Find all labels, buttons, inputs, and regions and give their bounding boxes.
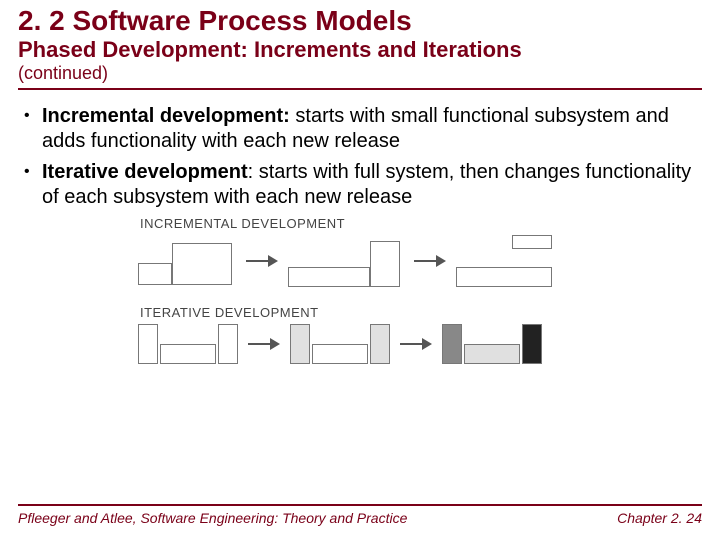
figure: INCREMENTAL DEVELOPMENT ITERATIVE DEVELO… bbox=[138, 216, 578, 364]
bullet-term: Iterative development bbox=[42, 161, 248, 183]
bullet-text: Iterative development: starts with full … bbox=[42, 160, 702, 210]
iterative-stage-2 bbox=[290, 324, 392, 364]
bullet-dot-icon: • bbox=[24, 104, 42, 154]
footer: Pfleeger and Atlee, Software Engineering… bbox=[18, 504, 702, 526]
bullet-list: • Incremental development: starts with s… bbox=[18, 104, 702, 210]
incremental-row bbox=[138, 235, 578, 287]
footer-divider bbox=[18, 504, 702, 506]
arrow-icon bbox=[414, 254, 448, 268]
iterative-row bbox=[138, 324, 578, 364]
figure-label-incremental: INCREMENTAL DEVELOPMENT bbox=[140, 216, 578, 231]
slide-subtitle: Phased Development: Increments and Itera… bbox=[18, 37, 702, 63]
slide-continued: (continued) bbox=[18, 63, 702, 84]
arrow-icon bbox=[246, 254, 280, 268]
bullet-text: Incremental development: starts with sma… bbox=[42, 104, 702, 154]
bullet-dot-icon: • bbox=[24, 160, 42, 210]
title-divider bbox=[18, 88, 702, 90]
footer-left: Pfleeger and Atlee, Software Engineering… bbox=[18, 510, 407, 526]
incremental-stage-3 bbox=[456, 235, 556, 287]
footer-right: Chapter 2. 24 bbox=[617, 510, 702, 526]
arrow-icon bbox=[248, 337, 282, 351]
incremental-stage-1 bbox=[138, 237, 238, 285]
arrow-icon bbox=[400, 337, 434, 351]
iterative-stage-3 bbox=[442, 324, 544, 364]
slide: 2. 2 Software Process Models Phased Deve… bbox=[0, 0, 720, 540]
bullet-term: Incremental development: bbox=[42, 105, 290, 127]
figure-label-iterative: ITERATIVE DEVELOPMENT bbox=[140, 305, 578, 320]
list-item: • Incremental development: starts with s… bbox=[24, 104, 702, 154]
incremental-stage-2 bbox=[288, 235, 406, 287]
slide-title: 2. 2 Software Process Models bbox=[18, 6, 702, 35]
iterative-stage-1 bbox=[138, 324, 240, 364]
list-item: • Iterative development: starts with ful… bbox=[24, 160, 702, 210]
